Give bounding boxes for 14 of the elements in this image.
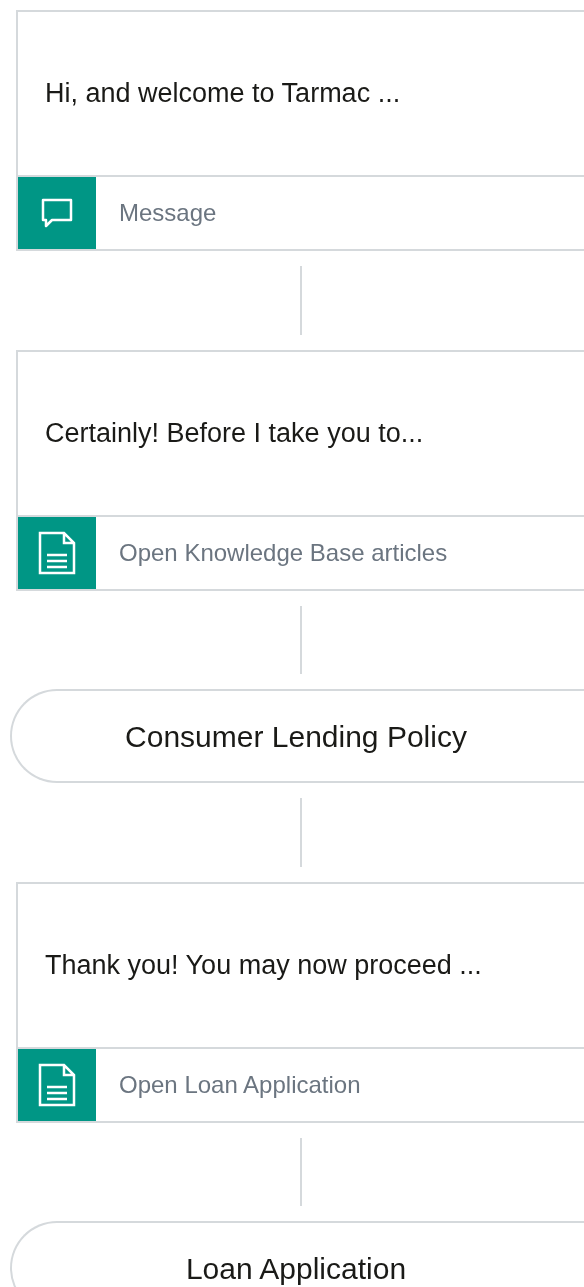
action-label: Open Knowledge Base articles bbox=[119, 538, 448, 568]
message-card[interactable]: Thank you! You may now proceed ... Open Loan Application bbox=[16, 882, 584, 1123]
document-icon bbox=[38, 531, 76, 575]
action-label: Open Loan Application bbox=[119, 1070, 361, 1100]
action-label: Message bbox=[119, 198, 217, 228]
document-icon bbox=[38, 1063, 76, 1107]
message-text: Thank you! You may now proceed ... bbox=[45, 949, 482, 983]
link-node[interactable]: Consumer Lending Policy bbox=[10, 689, 584, 783]
message-card[interactable]: Certainly! Before I take you to... Open Knowledge Base articles bbox=[16, 350, 584, 591]
message-text: Certainly! Before I take you to... bbox=[45, 417, 424, 451]
link-node[interactable]: Loan Application bbox=[10, 1221, 584, 1287]
message-card[interactable]: Hi, and welcome to Tarmac ... Message bbox=[16, 10, 584, 251]
speech-bubble-icon bbox=[40, 197, 74, 229]
message-text: Hi, and welcome to Tarmac ... bbox=[45, 77, 401, 111]
